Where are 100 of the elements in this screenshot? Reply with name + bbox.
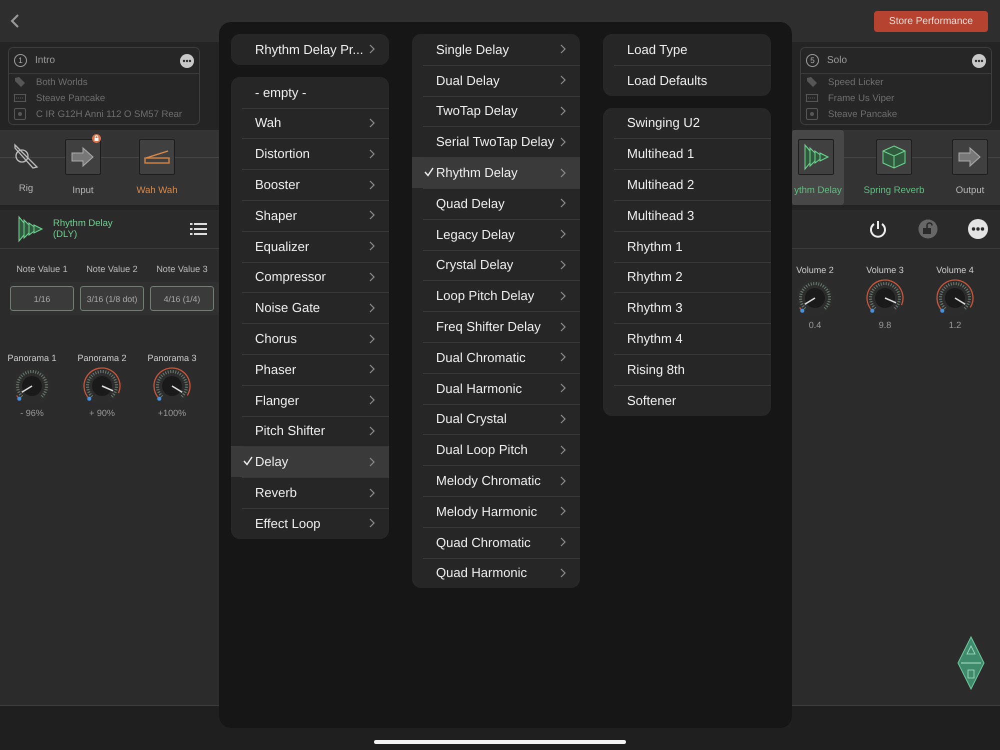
menu-item[interactable]: Load Defaults bbox=[603, 64, 771, 96]
slot-number-icon: 5 bbox=[806, 54, 819, 67]
knob-label: Volume 2 bbox=[796, 265, 834, 275]
back-icon[interactable] bbox=[10, 14, 20, 28]
knob-label: Volume 3 bbox=[866, 265, 904, 275]
menu-item[interactable]: Distortion bbox=[231, 138, 389, 170]
parameter-label: Note Value 1 bbox=[15, 264, 69, 274]
menu-item[interactable]: Delay bbox=[231, 446, 389, 478]
menu-item[interactable]: Flanger bbox=[231, 384, 389, 416]
menu-item[interactable]: Softener bbox=[603, 384, 771, 416]
chevron-right-icon bbox=[560, 260, 566, 270]
module-tile[interactable] bbox=[65, 139, 101, 175]
menu-item[interactable]: Legacy Delay bbox=[412, 218, 580, 250]
menu-item[interactable]: Rhythm 4 bbox=[603, 323, 771, 354]
menu-item[interactable]: TwoTap Delay bbox=[412, 96, 580, 126]
menu-item[interactable]: Reverb bbox=[231, 477, 389, 508]
list-icon[interactable] bbox=[190, 222, 207, 236]
chevron-right-icon bbox=[369, 456, 375, 467]
more-icon[interactable] bbox=[180, 54, 194, 68]
chevron-right-icon bbox=[369, 241, 375, 252]
lock-icon[interactable] bbox=[918, 219, 938, 239]
menu-item[interactable]: Crystal Delay bbox=[412, 250, 580, 280]
chevron-right-icon bbox=[560, 506, 566, 516]
menu-item[interactable]: Pitch Shifter bbox=[231, 416, 389, 446]
menu-item[interactable]: Rhythm 1 bbox=[603, 230, 771, 262]
chevron-right-icon bbox=[560, 229, 566, 240]
menu-item[interactable]: Loop Pitch Delay bbox=[412, 280, 580, 312]
knob-label: Panorama 2 bbox=[77, 353, 127, 363]
menu-item[interactable]: Phaser bbox=[231, 354, 389, 385]
card-row-text: Frame Us Viper bbox=[828, 92, 894, 104]
performance-card[interactable]: 1 Intro Both Worlds Steave Pancake C IR G12H Anni 112 O SM57 Rear bbox=[8, 47, 200, 125]
more-icon[interactable] bbox=[972, 54, 986, 68]
knob-value: 1.2 bbox=[948, 320, 962, 330]
knob-value: 0.4 bbox=[808, 320, 822, 330]
menu-item[interactable]: Melody Chromatic bbox=[412, 465, 580, 496]
menu-item[interactable]: Chorus bbox=[231, 323, 389, 354]
knob-value: 9.8 bbox=[878, 320, 892, 330]
menu-item[interactable]: Dual Loop Pitch bbox=[412, 434, 580, 466]
menu-item[interactable]: Multihead 2 bbox=[603, 169, 771, 200]
menu-item[interactable]: Rhythm 2 bbox=[603, 262, 771, 292]
menu-item[interactable]: Booster bbox=[231, 169, 389, 200]
chevron-right-icon bbox=[560, 414, 566, 424]
performance-title: Solo bbox=[827, 55, 848, 66]
menu-item[interactable]: Freq Shifter Delay bbox=[412, 311, 580, 342]
menu-item[interactable]: Dual Crystal bbox=[412, 404, 580, 434]
menu-item[interactable]: Melody Harmonic bbox=[412, 496, 580, 527]
chevron-right-icon bbox=[369, 334, 375, 344]
knob-value: +100% bbox=[158, 408, 186, 418]
menu-item[interactable]: Load Type bbox=[603, 34, 771, 65]
module-tile[interactable] bbox=[798, 139, 834, 175]
chevron-right-icon bbox=[369, 148, 375, 159]
menu-item[interactable]: Dual Chromatic bbox=[412, 342, 580, 373]
menu-item[interactable]: Effect Loop bbox=[231, 508, 389, 539]
module-label: Rig bbox=[18, 183, 34, 194]
menu-item[interactable]: Swinging U2 bbox=[603, 108, 771, 138]
pedal-icon bbox=[143, 149, 171, 165]
power-icon[interactable] bbox=[868, 219, 888, 239]
menu-item[interactable]: Rhythm Delay bbox=[412, 157, 580, 188]
store-performance-button[interactable]: Store Performance bbox=[874, 10, 988, 32]
module-label: Spring Reverb bbox=[864, 185, 924, 196]
performance-title: Intro bbox=[35, 55, 56, 66]
chevron-right-icon bbox=[560, 444, 566, 455]
menu-item[interactable]: Quad Harmonic bbox=[412, 558, 580, 588]
menu-item[interactable]: Compressor bbox=[231, 262, 389, 292]
note-value-field[interactable]: 3/16 (1/8 dot) bbox=[80, 286, 144, 311]
module-label: ythm Delay bbox=[794, 185, 842, 196]
chevron-right-icon bbox=[369, 302, 375, 313]
menu-item[interactable]: Multihead 3 bbox=[603, 200, 771, 231]
checkmark-icon bbox=[424, 167, 434, 178]
menu-item[interactable]: - empty - bbox=[231, 76, 389, 108]
note-value-field[interactable]: 1/16 bbox=[10, 286, 74, 311]
slot-number-icon: 1 bbox=[14, 54, 27, 67]
module-tile[interactable] bbox=[876, 139, 912, 175]
module-tile[interactable] bbox=[952, 139, 988, 175]
menu-item[interactable]: Dual Delay bbox=[412, 64, 580, 96]
speaker-icon bbox=[806, 108, 818, 120]
menu-item[interactable]: Quad Chromatic bbox=[412, 526, 580, 558]
guitar-icon[interactable] bbox=[12, 142, 40, 170]
menu-item[interactable]: Shaper bbox=[231, 200, 389, 231]
chevron-right-icon bbox=[560, 106, 566, 116]
menu-item[interactable]: Rhythm Delay Pr... bbox=[231, 34, 389, 65]
menu-item[interactable]: Rising 8th bbox=[603, 354, 771, 385]
menu-item[interactable]: Wah bbox=[231, 108, 389, 138]
more-icon[interactable] bbox=[968, 219, 988, 239]
chevron-right-icon bbox=[560, 568, 566, 578]
card-row-text: Speed Licker bbox=[828, 76, 884, 88]
menu-item[interactable]: Noise Gate bbox=[231, 292, 389, 324]
menu-item[interactable]: Quad Delay bbox=[412, 188, 580, 219]
note-value-field[interactable]: 4/16 (1/4) bbox=[150, 286, 214, 311]
module-tile[interactable] bbox=[139, 139, 175, 175]
menu-item[interactable]: Multihead 1 bbox=[603, 138, 771, 170]
selected-module-slot[interactable]: ythm Delay bbox=[792, 130, 844, 205]
menu-item[interactable]: Equalizer bbox=[231, 230, 389, 262]
menu-item[interactable]: Serial TwoTap Delay bbox=[412, 126, 580, 158]
menu-item[interactable]: Dual Harmonic bbox=[412, 372, 580, 404]
menu-item[interactable]: Single Delay bbox=[412, 34, 580, 65]
card-row-text: Steave Pancake bbox=[36, 92, 106, 104]
performance-card[interactable]: 5 Solo Speed Licker Frame Us Viper Steave Pancake bbox=[800, 47, 992, 125]
menu-item[interactable]: Rhythm 3 bbox=[603, 292, 771, 324]
cube-icon bbox=[881, 144, 907, 170]
